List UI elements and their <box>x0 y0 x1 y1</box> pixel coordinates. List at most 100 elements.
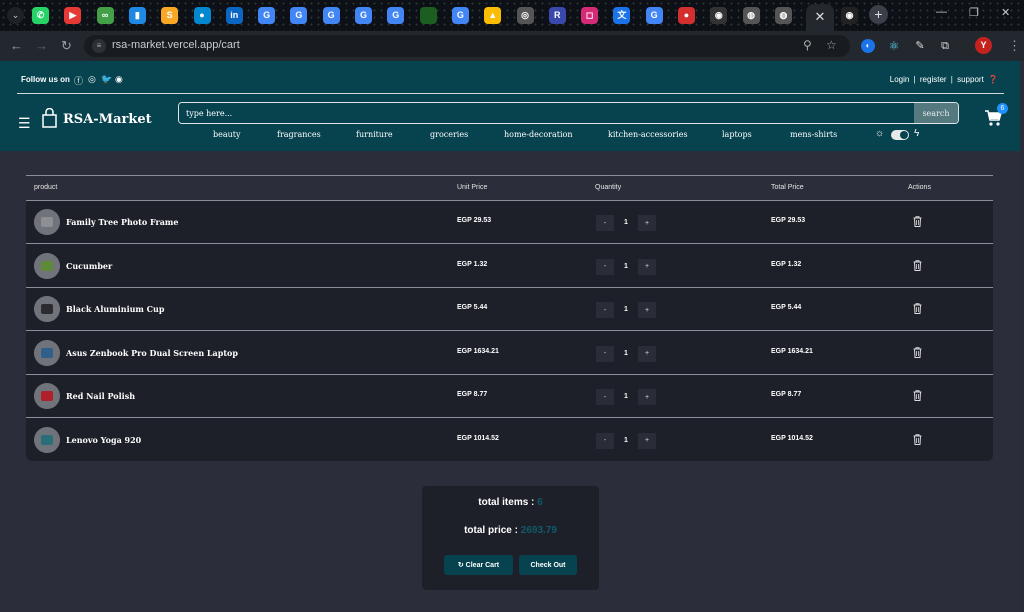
product-thumbnail[interactable] <box>34 339 60 366</box>
category-home-decoration[interactable]: home-decoration <box>504 130 572 139</box>
translate-icon[interactable]: 文 <box>613 7 631 24</box>
react-devtools-icon[interactable]: ⚛ <box>887 39 901 53</box>
category-kitchen-accessories[interactable]: kitchen-accessories <box>608 130 688 139</box>
register-link[interactable]: register <box>920 75 947 84</box>
forward-arrow-icon[interactable]: → <box>35 38 48 53</box>
product-name[interactable]: Red Nail Polish <box>66 391 135 401</box>
youtube-icon[interactable]: ▶ <box>64 7 82 24</box>
checkout-button[interactable]: Check Out <box>519 555 577 575</box>
google-icon[interactable]: G <box>451 7 469 24</box>
delete-trash-icon[interactable] <box>913 259 922 271</box>
category-furniture[interactable]: furniture <box>356 130 393 139</box>
google-icon[interactable]: G <box>258 7 276 24</box>
login-link[interactable]: Login <box>890 75 910 84</box>
product-thumbnail[interactable] <box>34 252 60 279</box>
category-mens-shirts[interactable]: mens-shirts <box>790 130 837 139</box>
drive-icon[interactable]: ▲ <box>484 7 502 24</box>
globe-icon[interactable]: ◍ <box>742 7 760 24</box>
delete-trash-icon[interactable] <box>913 346 922 358</box>
address-bar[interactable]: ≡ rsa-market.vercel.app/cart ⚲ ☆ <box>84 35 850 57</box>
site-info-icon[interactable]: ≡ <box>92 39 106 53</box>
product-name[interactable]: Cucumber <box>66 261 112 271</box>
search-button[interactable]: search <box>914 103 958 123</box>
minimize-icon[interactable]: — <box>936 6 947 18</box>
r-app-icon[interactable]: R <box>548 7 566 24</box>
github-icon[interactable]: ◉ <box>115 74 123 85</box>
decrease-quantity-button[interactable]: - <box>596 432 614 449</box>
blank-tab-icon[interactable] <box>419 7 437 24</box>
decrease-quantity-button[interactable]: - <box>596 258 614 275</box>
globe-icon[interactable]: ◍ <box>774 7 792 24</box>
product-name[interactable]: Asus Zenbook Pro Dual Screen Laptop <box>66 348 238 358</box>
extensions-puzzle-icon[interactable]: ⧉ <box>938 39 952 53</box>
app-icon[interactable]: ∞ <box>96 7 114 24</box>
circle-app-icon[interactable]: ● <box>193 7 211 24</box>
close-icon[interactable]: ✕ <box>815 9 826 24</box>
category-laptops[interactable]: laptops <box>722 130 752 139</box>
tab-search-chevron-icon[interactable]: ⌄ <box>7 7 24 24</box>
github-icon[interactable]: ◉ <box>841 7 858 24</box>
increase-quantity-button[interactable]: + <box>638 302 656 318</box>
twitter-icon[interactable]: 🐦 <box>101 74 112 85</box>
theme-toggle[interactable] <box>891 130 909 140</box>
delete-trash-icon[interactable] <box>913 433 922 445</box>
active-tab[interactable]: ✕ <box>806 4 834 31</box>
support-link[interactable]: support <box>957 75 984 84</box>
delete-trash-icon[interactable] <box>913 216 922 227</box>
google-icon[interactable]: G <box>290 7 308 24</box>
delete-trash-icon[interactable] <box>913 303 922 314</box>
extension-blue-icon[interactable]: ◐ <box>861 39 875 53</box>
url-text[interactable]: rsa-market.vercel.app/cart <box>112 39 240 51</box>
decrease-quantity-button[interactable]: - <box>596 215 614 231</box>
site-logo[interactable]: RSA-Market <box>63 112 152 127</box>
search-input[interactable] <box>179 103 915 123</box>
instagram-icon[interactable]: ◻ <box>581 7 599 24</box>
product-thumbnail[interactable] <box>34 426 60 453</box>
clear-cart-button[interactable]: ↻ Clear Cart <box>444 555 513 575</box>
whatsapp-icon[interactable]: ✆ <box>32 7 49 24</box>
google-icon[interactable]: G <box>645 7 663 24</box>
google-icon[interactable]: G <box>387 7 405 24</box>
product-name[interactable]: Family Tree Photo Frame <box>66 217 178 227</box>
slides-icon[interactable]: S <box>161 7 179 24</box>
red-app-icon[interactable]: ● <box>678 7 695 24</box>
category-fragrances[interactable]: fragrances <box>277 130 321 139</box>
product-name[interactable]: Lenovo Yoga 920 <box>66 435 141 445</box>
linkedin-icon[interactable]: in <box>225 7 243 24</box>
new-tab-button[interactable]: + <box>869 5 888 24</box>
google-icon[interactable]: G <box>322 7 340 24</box>
category-beauty[interactable]: beauty <box>213 130 241 139</box>
decrease-quantity-button[interactable]: - <box>596 345 614 362</box>
increase-quantity-button[interactable]: + <box>638 345 656 362</box>
restore-icon[interactable]: ❐ <box>969 6 979 19</box>
product-thumbnail[interactable] <box>34 383 60 409</box>
product-thumbnail[interactable] <box>34 296 60 322</box>
increase-quantity-button[interactable]: + <box>638 258 656 275</box>
help-icon[interactable]: ❓ <box>988 75 998 84</box>
category-groceries[interactable]: groceries <box>430 130 468 139</box>
back-arrow-icon[interactable]: ← <box>10 38 23 53</box>
increase-quantity-button[interactable]: + <box>638 389 656 405</box>
github-icon[interactable]: ◉ <box>710 7 728 24</box>
window-close-icon[interactable]: ✕ <box>1001 6 1010 19</box>
decrease-quantity-button[interactable]: - <box>596 302 614 318</box>
decrease-quantity-button[interactable]: - <box>596 389 614 405</box>
bookmark-star-icon[interactable]: ☆ <box>826 38 837 52</box>
hamburger-menu-icon[interactable]: ☰ <box>18 115 31 132</box>
bookmark-icon[interactable]: ▮ <box>128 7 146 24</box>
color-picker-icon[interactable]: ✎ <box>913 39 927 53</box>
delete-trash-icon[interactable] <box>913 390 922 401</box>
product-name[interactable]: Black Aluminium Cup <box>66 304 164 314</box>
increase-quantity-button[interactable]: + <box>638 215 656 231</box>
increase-quantity-button[interactable]: + <box>638 432 656 449</box>
google-icon[interactable]: G <box>355 7 372 24</box>
instagram-icon[interactable]: ◎ <box>88 74 96 85</box>
facebook-icon[interactable]: ⓕ <box>74 74 83 87</box>
openai-icon[interactable]: ◎ <box>516 7 534 24</box>
product-thumbnail[interactable] <box>34 209 60 235</box>
reload-icon[interactable]: ↻ <box>61 38 72 54</box>
zoom-icon[interactable]: ⚲ <box>803 38 812 52</box>
browser-menu-icon[interactable]: ⋮ <box>1008 38 1021 54</box>
page-scrollbar[interactable] <box>1020 61 1024 612</box>
profile-avatar[interactable]: Y <box>975 37 992 54</box>
